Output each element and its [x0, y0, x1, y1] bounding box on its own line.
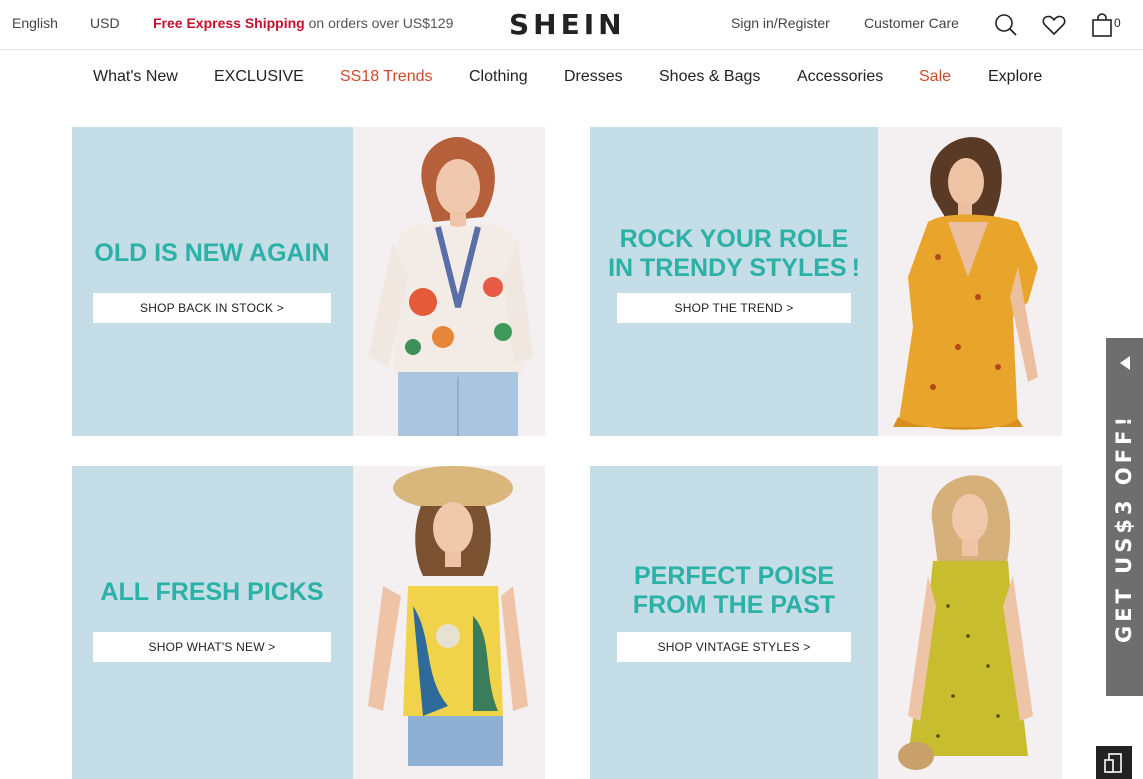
- customer-care-link[interactable]: Customer Care: [864, 15, 959, 31]
- nav-item-sale[interactable]: Sale: [919, 68, 951, 86]
- bag-count-badge: 0: [1114, 16, 1121, 30]
- shop-vintage-styles-button[interactable]: SHOP VINTAGE STYLES >: [617, 632, 851, 662]
- shipping-promo[interactable]: Free Express Shipping on orders over US$…: [153, 15, 453, 31]
- discount-side-tab[interactable]: GET US$3 OFF!: [1106, 338, 1143, 696]
- banner-headline: OLD IS NEW AGAIN: [94, 239, 330, 267]
- nav-item-explore[interactable]: Explore: [988, 68, 1042, 86]
- banner-perfect-poise[interactable]: PERFECT POISE FROM THE PAST SHOP VINTAGE …: [590, 466, 1062, 779]
- nav-item-ss18-trends[interactable]: SS18 Trends: [340, 68, 433, 86]
- banner-all-fresh-picks[interactable]: ALL FRESH PICKS SHOP WHAT'S NEW >: [72, 466, 545, 779]
- model-photo[interactable]: [353, 127, 545, 436]
- banner-text: ALL FRESH PICKS SHOP WHAT'S NEW >: [72, 578, 352, 662]
- discount-side-tab-label: GET US$3 OFF!: [1112, 412, 1136, 644]
- shop-the-trend-button[interactable]: SHOP THE TREND >: [617, 293, 851, 323]
- nav-item-dresses[interactable]: Dresses: [564, 68, 623, 86]
- tablet-view-icon[interactable]: [1096, 746, 1132, 779]
- search-icon[interactable]: [992, 11, 1020, 39]
- shipping-promo-text: on orders over US$129: [304, 15, 454, 31]
- nav-item-accessories[interactable]: Accessories: [797, 68, 883, 86]
- shopping-bag-icon[interactable]: [1088, 11, 1116, 39]
- banner-old-is-new-again[interactable]: OLD IS NEW AGAIN SHOP BACK IN STOCK >: [72, 127, 545, 436]
- model-photo[interactable]: [878, 127, 1062, 436]
- model-photo[interactable]: [878, 466, 1062, 779]
- nav-item-whats-new[interactable]: What's New: [93, 68, 178, 86]
- banner-text: PERFECT POISE FROM THE PAST SHOP VINTAGE …: [590, 562, 878, 662]
- currency-selector[interactable]: USD: [90, 15, 120, 31]
- main-navigation: What's New EXCLUSIVE SS18 Trends Clothin…: [0, 51, 1143, 103]
- nav-item-shoes-bags[interactable]: Shoes & Bags: [659, 68, 760, 86]
- banner-text: OLD IS NEW AGAIN SHOP BACK IN STOCK >: [72, 239, 352, 323]
- model-photo[interactable]: [353, 466, 545, 779]
- shop-whats-new-button[interactable]: SHOP WHAT'S NEW >: [93, 632, 331, 662]
- nav-item-exclusive[interactable]: EXCLUSIVE: [214, 68, 304, 86]
- shop-back-in-stock-button[interactable]: SHOP BACK IN STOCK >: [93, 293, 331, 323]
- banner-rock-your-role[interactable]: ROCK YOUR ROLE IN TRENDY STYLES ! SHOP TH…: [590, 127, 1062, 436]
- heart-icon[interactable]: [1040, 11, 1068, 39]
- banner-text: ROCK YOUR ROLE IN TRENDY STYLES ! SHOP TH…: [590, 225, 878, 323]
- shein-logo[interactable]: SHEIN: [509, 8, 626, 41]
- shipping-promo-highlight: Free Express Shipping: [153, 15, 305, 31]
- banner-headline: ALL FRESH PICKS: [100, 578, 324, 606]
- language-selector[interactable]: English: [12, 15, 58, 31]
- sign-in-link[interactable]: Sign in/Register: [731, 15, 830, 31]
- banner-headline: ROCK YOUR ROLE IN TRENDY STYLES !: [608, 225, 860, 282]
- top-bar: English USD Free Express Shipping on ord…: [0, 0, 1143, 50]
- banner-headline: PERFECT POISE FROM THE PAST: [632, 562, 836, 619]
- nav-item-clothing[interactable]: Clothing: [469, 68, 528, 86]
- arrow-left-icon: [1120, 356, 1130, 370]
